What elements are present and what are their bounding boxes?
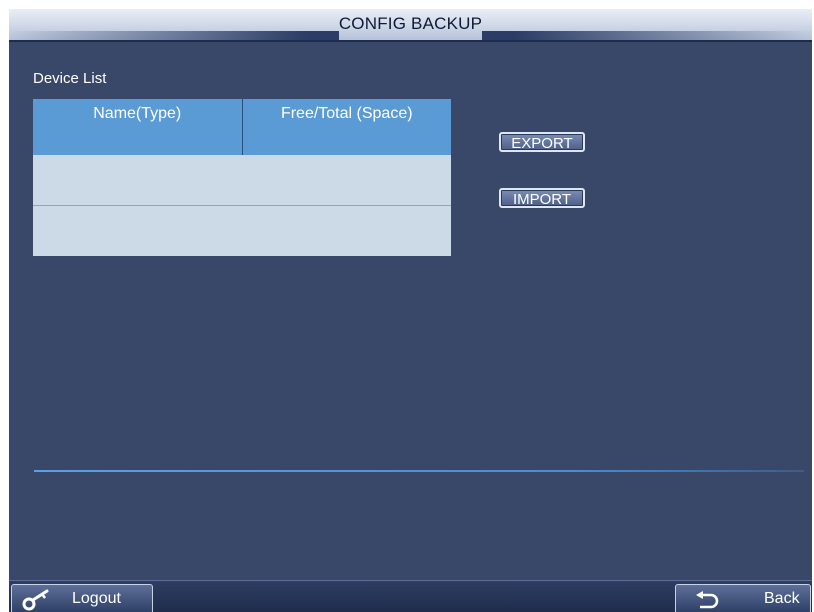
page-title: CONFIG BACKUP bbox=[338, 14, 483, 33]
column-header-free-total-space[interactable]: Free/Total (Space) bbox=[242, 99, 451, 155]
table-cell-name[interactable] bbox=[33, 205, 242, 256]
import-button[interactable]: IMPORT bbox=[499, 188, 585, 208]
table-row[interactable] bbox=[33, 155, 451, 206]
table-row[interactable] bbox=[33, 205, 451, 256]
table-cell-space[interactable] bbox=[242, 155, 451, 206]
divider bbox=[34, 470, 804, 472]
title-bar: CONFIG BACKUP bbox=[9, 9, 812, 42]
bottom-bar: Logout Back bbox=[9, 580, 812, 612]
device-list-label: Device List bbox=[33, 70, 107, 87]
return-arrow-icon bbox=[694, 591, 720, 612]
export-button[interactable]: EXPORT bbox=[499, 132, 585, 152]
logout-label: Logout bbox=[72, 590, 121, 607]
logout-button[interactable]: Logout bbox=[11, 584, 153, 612]
back-button[interactable]: Back bbox=[675, 584, 811, 612]
table-header-row: Name(Type) Free/Total (Space) bbox=[33, 99, 451, 155]
table-cell-space[interactable] bbox=[242, 205, 451, 256]
back-label: Back bbox=[764, 590, 800, 607]
column-header-name-type[interactable]: Name(Type) bbox=[33, 99, 243, 155]
config-backup-window: CONFIG BACKUP Device List Name(Type) Fre… bbox=[9, 9, 812, 612]
device-list-table: Name(Type) Free/Total (Space) bbox=[33, 99, 451, 256]
table-cell-name[interactable] bbox=[33, 155, 242, 206]
key-icon bbox=[22, 589, 50, 612]
